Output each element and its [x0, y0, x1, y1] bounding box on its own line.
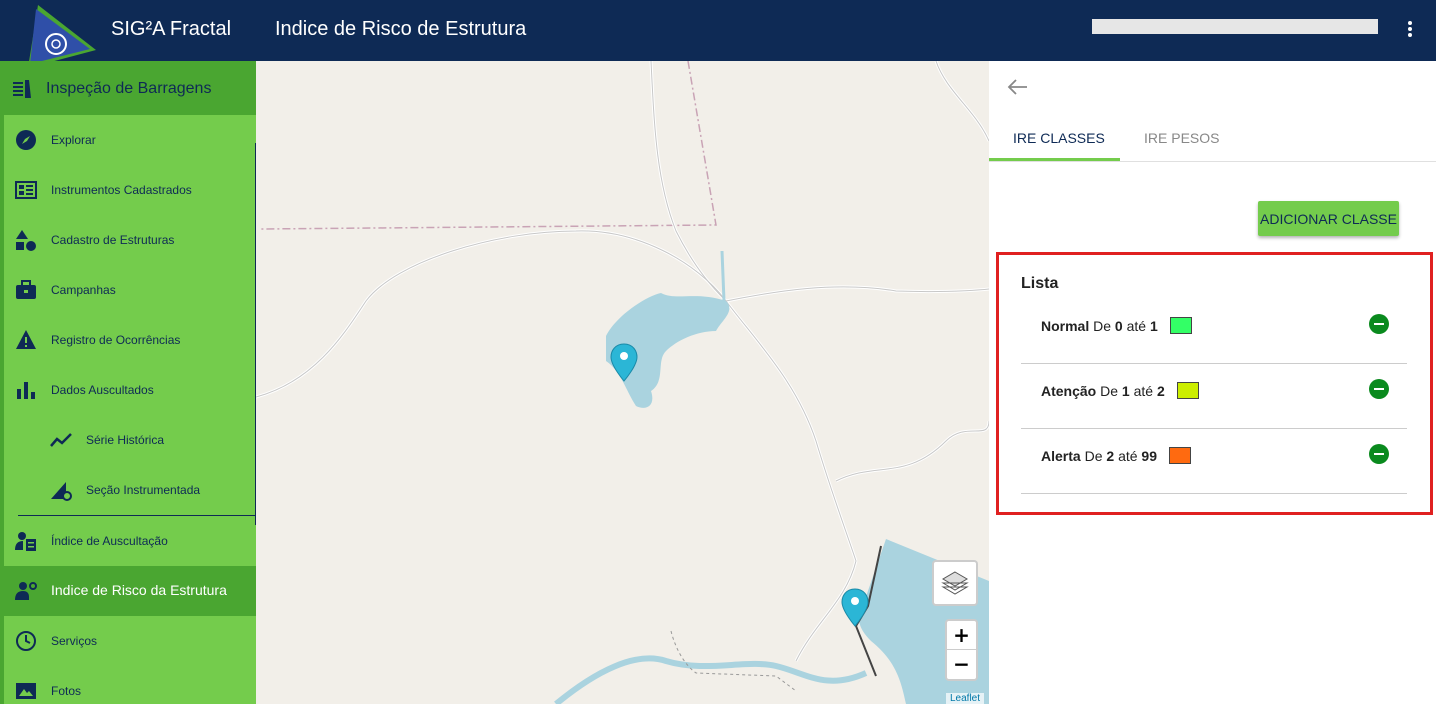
- sidebar-item-fotos[interactable]: Fotos: [0, 666, 256, 716]
- sidebar-item-instrumentos[interactable]: Instrumentos Cadastrados: [0, 165, 256, 215]
- add-class-button[interactable]: ADICIONAR CLASSE: [1258, 201, 1399, 236]
- shapes-icon: [16, 230, 36, 251]
- class-ate-label: até: [1133, 383, 1154, 399]
- sidebar-item-label: Campanhas: [51, 283, 116, 297]
- sidebar-item-label: Dados Auscultados: [51, 383, 154, 397]
- sidebar-item-label: Índice de Auscultação: [51, 534, 168, 548]
- sidebar-item-label: Registro de Ocorrências: [51, 333, 181, 347]
- sidebar-item-servicos[interactable]: Serviços: [0, 616, 256, 666]
- sidebar-item-cadastro-estruturas[interactable]: Cadastro de Estruturas: [0, 215, 256, 265]
- sidebar-item-label: Fotos: [51, 684, 82, 698]
- class-de-label: De: [1093, 318, 1112, 334]
- tab-bar: IRE CLASSES IRE PESOS: [989, 121, 1436, 162]
- arrow-back-icon[interactable]: [1007, 78, 1029, 96]
- clock-icon: [16, 631, 36, 651]
- dam-list-icon: [13, 80, 31, 98]
- sidebar-module-title: Inspeção de Barragens: [46, 80, 212, 97]
- class-text: Normal De 0 até 1: [1041, 317, 1192, 334]
- compass-icon: [16, 130, 36, 150]
- list-item: Alerta De 2 até 99: [1021, 429, 1407, 494]
- tab-ire-pesos[interactable]: IRE PESOS: [1144, 130, 1219, 146]
- sidebar-item-label: Indice de Risco da Estrutura: [51, 582, 227, 598]
- dashboard-icon: [15, 181, 37, 199]
- sidebar-item-indice-auscultacao[interactable]: Índice de Auscultação: [0, 516, 256, 566]
- layers-icon: [941, 571, 969, 595]
- app-logo-icon[interactable]: [20, 2, 100, 70]
- sidebar-item-campanhas[interactable]: Campanhas: [0, 265, 256, 315]
- zoom-in-button[interactable]: +: [947, 621, 976, 650]
- class-de-label: De: [1100, 383, 1119, 399]
- page-title: Indice de Risco de Estrutura: [275, 18, 527, 40]
- remove-circle-icon[interactable]: [1369, 444, 1389, 464]
- sidebar-item-dados-auscultados[interactable]: Dados Auscultados: [0, 365, 256, 415]
- class-list-box: Lista Normal De 0 até 1 Atenção De 1 até…: [996, 252, 1433, 515]
- zoom-out-button[interactable]: −: [947, 650, 976, 679]
- class-to: 99: [1141, 448, 1157, 464]
- map-view[interactable]: + − Leaflet: [256, 61, 989, 704]
- user-clipboard-icon: [15, 532, 36, 551]
- class-name: Atenção: [1041, 383, 1097, 399]
- app-name: SIG²A Fractal: [111, 18, 232, 40]
- section-gear-icon: [51, 482, 72, 501]
- tab-active-indicator: [989, 158, 1120, 161]
- class-from: 1: [1121, 383, 1130, 399]
- class-color-swatch: [1176, 382, 1199, 399]
- user-info-bar[interactable]: [1092, 19, 1378, 34]
- remove-circle-icon[interactable]: [1369, 379, 1389, 399]
- class-text: Atenção De 1 até 2: [1041, 382, 1199, 399]
- class-from: 2: [1106, 448, 1115, 464]
- class-to: 2: [1156, 383, 1165, 399]
- list-item: Normal De 0 até 1: [1021, 299, 1407, 364]
- class-ate-label: até: [1118, 448, 1138, 464]
- sidebar-module-header[interactable]: Inspeção de Barragens: [0, 61, 256, 115]
- sidebar-item-label: Seção Instrumentada: [86, 483, 201, 497]
- sidebar-item-label: Instrumentos Cadastrados: [51, 183, 192, 197]
- tab-ire-classes[interactable]: IRE CLASSES: [1013, 130, 1105, 146]
- user-gear-icon: [15, 582, 37, 600]
- map-attribution-link[interactable]: Leaflet: [946, 693, 985, 704]
- class-name: Normal: [1041, 318, 1090, 334]
- more-vert-icon[interactable]: [1402, 19, 1418, 41]
- sidebar-item-explorar[interactable]: Explorar: [0, 115, 256, 165]
- sidebar-item-label: Série Histórica: [86, 433, 165, 447]
- sidebar-item-secao-instrumentada[interactable]: Seção Instrumentada: [0, 465, 256, 515]
- sidebar-item-label: Cadastro de Estruturas: [51, 233, 175, 247]
- image-icon: [16, 683, 36, 699]
- sidebar-item-serie-historica[interactable]: Série Histórica: [0, 415, 256, 465]
- sidebar-item-label: Explorar: [51, 133, 96, 147]
- class-color-swatch: [1168, 447, 1191, 464]
- briefcase-icon: [16, 280, 36, 299]
- list-item: Atenção De 1 até 2: [1021, 364, 1407, 429]
- class-de-label: De: [1084, 448, 1103, 464]
- sidebar-item-indice-risco[interactable]: Indice de Risco da Estrutura: [0, 566, 256, 616]
- ire-panel: IRE CLASSES IRE PESOS ADICIONAR CLASSE L…: [989, 61, 1436, 704]
- class-from: 0: [1114, 318, 1123, 334]
- top-app-bar: SIG²A Fractal Indice de Risco de Estrutu…: [0, 0, 1436, 68]
- sidebar: Inspeção de Barragens Explorar Instrumen…: [0, 61, 256, 704]
- sidebar-item-label: Serviços: [51, 634, 98, 648]
- bar-chart-icon: [17, 382, 35, 399]
- class-to: 1: [1149, 318, 1158, 334]
- class-text: Alerta De 2 até 99: [1041, 447, 1191, 464]
- class-color-swatch: [1169, 317, 1192, 334]
- sidebar-item-ocorrencias[interactable]: Registro de Ocorrências: [0, 315, 256, 365]
- remove-circle-icon[interactable]: [1369, 314, 1389, 334]
- warning-icon: [16, 330, 36, 349]
- map-zoom-control: + −: [945, 619, 978, 681]
- map-layers-button[interactable]: [932, 560, 978, 606]
- map-basemap: [256, 61, 989, 704]
- class-ate-label: até: [1126, 318, 1147, 334]
- class-name: Alerta: [1041, 448, 1081, 464]
- list-title: Lista: [1021, 275, 1059, 292]
- line-chart-icon: [50, 433, 72, 447]
